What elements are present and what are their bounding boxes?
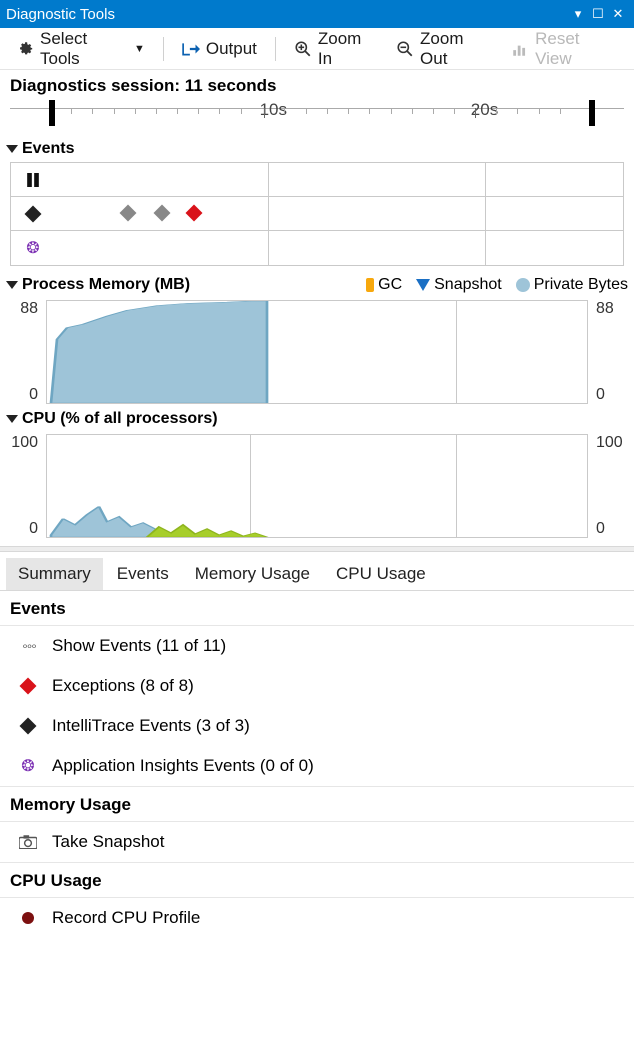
zoom-out-label: Zoom Out bbox=[420, 29, 493, 69]
caret-down-icon bbox=[6, 281, 18, 289]
mem-y-max-r: 88 bbox=[596, 300, 614, 318]
zoom-out-button[interactable]: Zoom Out bbox=[390, 25, 499, 73]
toolbar-separator bbox=[275, 37, 276, 61]
zoom-out-icon bbox=[396, 40, 414, 58]
reset-view-button[interactable]: Reset View bbox=[505, 25, 624, 73]
toolbar: Select Tools ▼ Output Zoom In Zoom Out R… bbox=[0, 28, 634, 70]
pause-icon[interactable] bbox=[11, 163, 55, 197]
event-marker[interactable] bbox=[120, 205, 137, 222]
diamond-black-icon bbox=[18, 720, 38, 732]
exceptions-link[interactable]: Exceptions (8 of 8) bbox=[0, 666, 634, 706]
cpu-section-header[interactable]: CPU (% of all processors) bbox=[0, 406, 634, 430]
exception-marker[interactable] bbox=[186, 205, 203, 222]
record-cpu-link[interactable]: Record CPU Profile bbox=[0, 898, 634, 938]
memory-chart[interactable]: 88 0 88 0 bbox=[10, 298, 624, 404]
mem-y-min: 0 bbox=[29, 386, 38, 404]
app-insights-link[interactable]: ❂ Application Insights Events (0 of 0) bbox=[0, 746, 634, 786]
diamond-red-icon bbox=[18, 680, 38, 692]
tab-cpu[interactable]: CPU Usage bbox=[324, 558, 438, 590]
intellitrace-label: IntelliTrace Events (3 of 3) bbox=[52, 716, 250, 736]
zoom-in-icon bbox=[294, 40, 312, 58]
output-arrow-icon bbox=[182, 40, 200, 58]
cpu-y-max: 100 bbox=[11, 434, 38, 452]
privatebytes-legend-label: Private Bytes bbox=[534, 276, 628, 294]
take-snapshot-label: Take Snapshot bbox=[52, 832, 164, 852]
gc-legend-label: GC bbox=[378, 276, 402, 294]
zoom-in-label: Zoom In bbox=[318, 29, 378, 69]
intellitrace-link[interactable]: IntelliTrace Events (3 of 3) bbox=[0, 706, 634, 746]
memory-section-header[interactable]: Process Memory (MB) GC Snapshot Private … bbox=[0, 272, 634, 296]
chevrons-icon: ∘∘∘ bbox=[18, 639, 38, 653]
snapshot-legend-icon bbox=[416, 279, 430, 291]
record-icon bbox=[18, 912, 38, 924]
window-title: Diagnostic Tools bbox=[6, 6, 568, 23]
take-snapshot-link[interactable]: Take Snapshot bbox=[0, 822, 634, 862]
app-insights-lane[interactable] bbox=[55, 231, 623, 265]
exceptions-label: Exceptions (8 of 8) bbox=[52, 676, 194, 696]
window-options-icon[interactable]: ▾ bbox=[568, 6, 588, 22]
gc-legend-icon bbox=[366, 278, 374, 292]
event-marker[interactable] bbox=[154, 205, 171, 222]
detail-tabbar: Summary Events Memory Usage CPU Usage bbox=[0, 552, 634, 591]
tab-events[interactable]: Events bbox=[105, 558, 181, 590]
selection-end-handle[interactable] bbox=[589, 100, 595, 126]
app-insights-label: Application Insights Events (0 of 0) bbox=[52, 756, 314, 776]
select-tools-label: Select Tools bbox=[40, 29, 128, 69]
cpu-y-min: 0 bbox=[29, 520, 38, 538]
select-tools-button[interactable]: Select Tools ▼ bbox=[10, 25, 151, 73]
cpu-y-max-r: 100 bbox=[596, 434, 623, 452]
events-lanes: ❂ bbox=[10, 162, 624, 266]
show-events-link[interactable]: ∘∘∘ Show Events (11 of 11) bbox=[0, 626, 634, 666]
events-section-header[interactable]: Events bbox=[0, 136, 634, 160]
cpu-y-min-r: 0 bbox=[596, 520, 605, 538]
output-label: Output bbox=[206, 39, 257, 59]
chart-icon bbox=[511, 40, 529, 58]
show-events-label: Show Events (11 of 11) bbox=[52, 636, 226, 656]
chevron-down-icon: ▼ bbox=[134, 43, 145, 55]
cpu-plot-area[interactable] bbox=[46, 434, 588, 538]
output-button[interactable]: Output bbox=[176, 35, 263, 63]
intellitrace-events-lane[interactable] bbox=[55, 197, 623, 231]
memory-legend: GC Snapshot Private Bytes bbox=[366, 276, 628, 294]
diamond-black-icon[interactable] bbox=[11, 197, 55, 231]
cpu-chart[interactable]: 100 0 100 0 bbox=[10, 432, 624, 538]
summary-memory-title: Memory Usage bbox=[0, 786, 634, 822]
mem-y-min-r: 0 bbox=[596, 386, 605, 404]
record-cpu-label: Record CPU Profile bbox=[52, 908, 200, 928]
summary-events-title: Events bbox=[0, 591, 634, 626]
break-events-lane[interactable] bbox=[55, 163, 623, 197]
summary-panel: Events ∘∘∘ Show Events (11 of 11) Except… bbox=[0, 591, 634, 938]
bulb-icon: ❂ bbox=[18, 756, 38, 776]
maximize-icon[interactable]: ☐ bbox=[588, 6, 608, 22]
caret-down-icon bbox=[6, 415, 18, 423]
gear-icon bbox=[16, 40, 34, 58]
tab-summary[interactable]: Summary bbox=[6, 558, 103, 590]
summary-cpu-title: CPU Usage bbox=[0, 862, 634, 898]
memory-section-title: Process Memory (MB) bbox=[22, 276, 190, 294]
toolbar-separator bbox=[163, 37, 164, 61]
zoom-in-button[interactable]: Zoom In bbox=[288, 25, 384, 73]
bulb-icon[interactable]: ❂ bbox=[11, 231, 55, 265]
mem-y-max: 88 bbox=[20, 300, 38, 318]
tab-memory[interactable]: Memory Usage bbox=[183, 558, 322, 590]
cpu-section-title: CPU (% of all processors) bbox=[22, 410, 218, 428]
caret-down-icon bbox=[6, 145, 18, 153]
session-label: Diagnostics session: 11 seconds bbox=[0, 70, 634, 100]
camera-icon bbox=[18, 835, 38, 849]
snapshot-legend-label: Snapshot bbox=[434, 276, 502, 294]
selection-start-handle[interactable] bbox=[49, 100, 55, 126]
close-icon[interactable]: ✕ bbox=[608, 6, 628, 22]
privatebytes-legend-icon bbox=[516, 278, 530, 292]
reset-view-label: Reset View bbox=[535, 29, 618, 69]
memory-plot-area[interactable] bbox=[46, 300, 588, 404]
events-section-title: Events bbox=[22, 140, 74, 158]
timeline-ruler[interactable]: 10s 20s bbox=[10, 100, 624, 136]
